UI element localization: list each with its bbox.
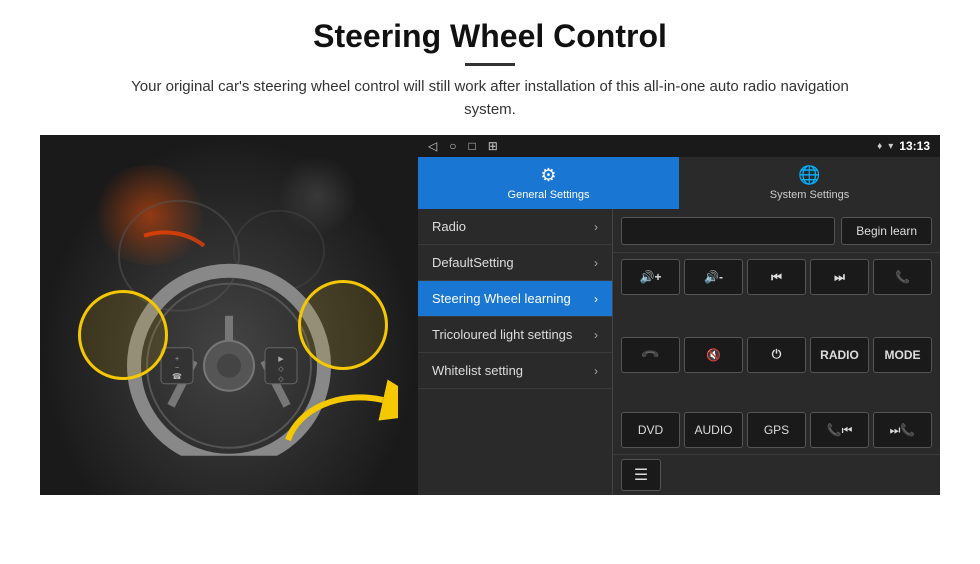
radio-button[interactable]: RADIO	[810, 337, 869, 373]
menu-item-radio[interactable]: Radio ›	[418, 209, 612, 245]
tab-system-settings[interactable]: 🌐 System Settings	[679, 157, 940, 209]
clock: 13:13	[899, 139, 930, 153]
next-track-icon: ⏭	[834, 270, 845, 285]
android-ui: ◁ ○ □ ⊞ ♦ ▾ 13:13 ⚙ General Settings	[418, 135, 940, 495]
power-icon: ⏻	[772, 347, 782, 362]
call-prev-icon: 📞⏮	[827, 423, 853, 438]
call-prev-button[interactable]: 📞⏮	[810, 412, 869, 448]
mute-button[interactable]: 🔇	[684, 337, 743, 373]
chevron-steering: ›	[594, 292, 598, 306]
gps-button[interactable]: GPS	[747, 412, 806, 448]
menu-label-radio: Radio	[432, 219, 466, 234]
menu-label-default: DefaultSetting	[432, 255, 514, 270]
right-panel: Begin learn 🔊+ 🔊- ⏮	[613, 209, 940, 495]
svg-text:☎: ☎	[172, 372, 182, 381]
menu-area: Radio › DefaultSetting › Steering Wheel …	[418, 209, 940, 495]
location-icon: ♦	[877, 141, 882, 152]
home-icon: ○	[449, 139, 456, 153]
chevron-default: ›	[594, 256, 598, 270]
tab-general-label: General Settings	[508, 189, 590, 201]
svg-text:▶: ▶	[278, 356, 284, 363]
svg-text:−: −	[175, 365, 179, 372]
mode-label: MODE	[885, 348, 921, 362]
status-bar: ◁ ○ □ ⊞ ♦ ▾ 13:13	[418, 135, 940, 157]
back-icon: ◁	[428, 139, 437, 153]
highlight-circle-right	[298, 280, 388, 370]
menu-item-steering-wheel[interactable]: Steering Wheel learning ›	[418, 281, 612, 317]
radio-label: RADIO	[820, 348, 859, 362]
list-icon: ☰	[634, 465, 648, 485]
answer-button[interactable]: 📞	[621, 337, 680, 373]
vol-up-button[interactable]: 🔊+	[621, 259, 680, 295]
bottom-btn-row: DVD AUDIO GPS 📞⏮ ⏭📞	[613, 412, 940, 454]
menu-icon: ⊞	[488, 139, 498, 153]
power-button[interactable]: ⏻	[747, 337, 806, 373]
next-track-button[interactable]: ⏭	[810, 259, 869, 295]
menu-item-default-setting[interactable]: DefaultSetting ›	[418, 245, 612, 281]
radio-input[interactable]	[621, 217, 835, 245]
vol-down-button[interactable]: 🔊-	[684, 259, 743, 295]
tab-system-label: System Settings	[770, 189, 849, 201]
call-button[interactable]: 📞	[873, 259, 932, 295]
menu-list: Radio › DefaultSetting › Steering Wheel …	[418, 209, 613, 495]
audio-button[interactable]: AUDIO	[684, 412, 743, 448]
wifi-icon: ▾	[888, 141, 893, 152]
menu-label-steering: Steering Wheel learning	[432, 291, 571, 306]
call-icon: 📞	[895, 270, 910, 284]
recent-icon: □	[468, 139, 475, 153]
begin-learn-button[interactable]: Begin learn	[841, 217, 932, 245]
list-icon-button[interactable]: ☰	[621, 459, 661, 491]
menu-label-tricoloured: Tricoloured light settings	[432, 327, 572, 342]
content-area: + − ☎ ▶ ◇ ◇	[40, 135, 940, 495]
page-title: Steering Wheel Control	[40, 18, 940, 55]
status-bar-left: ◁ ○ □ ⊞	[428, 139, 498, 153]
car-image-area: + − ☎ ▶ ◇ ◇	[40, 135, 418, 495]
last-row-panel: ☰	[613, 454, 940, 495]
page-subtitle: Your original car's steering wheel contr…	[130, 76, 850, 121]
chevron-tricoloured: ›	[594, 328, 598, 342]
title-section: Steering Wheel Control Your original car…	[40, 18, 940, 121]
mute-icon: 🔇	[706, 348, 721, 362]
menu-item-tricoloured[interactable]: Tricoloured light settings ›	[418, 317, 612, 353]
dvd-button[interactable]: DVD	[621, 412, 680, 448]
general-settings-icon: ⚙	[540, 165, 556, 186]
call-next-button[interactable]: ⏭📞	[873, 412, 932, 448]
page-container: Steering Wheel Control Your original car…	[0, 0, 980, 505]
status-bar-right: ♦ ▾ 13:13	[877, 139, 930, 153]
arrow-indicator	[278, 370, 398, 455]
audio-label: AUDIO	[694, 423, 732, 437]
mode-button[interactable]: MODE	[873, 337, 932, 373]
vol-down-icon: 🔊-	[704, 270, 723, 284]
dvd-label: DVD	[638, 423, 663, 437]
control-btn-grid: 🔊+ 🔊- ⏮ ⏭ 📞	[613, 253, 940, 412]
top-tabs: ⚙ General Settings 🌐 System Settings	[418, 157, 940, 209]
answer-icon: 📞	[640, 344, 660, 364]
prev-track-button[interactable]: ⏮	[747, 259, 806, 295]
call-next-icon: ⏭📞	[890, 423, 916, 438]
title-divider	[465, 63, 515, 66]
tab-general-settings[interactable]: ⚙ General Settings	[418, 157, 679, 209]
prev-track-icon: ⏮	[771, 270, 782, 285]
svg-text:+: +	[175, 356, 179, 363]
menu-item-whitelist[interactable]: Whitelist setting ›	[418, 353, 612, 389]
menu-label-whitelist: Whitelist setting	[432, 363, 523, 378]
highlight-circle-left	[78, 290, 168, 380]
system-settings-icon: 🌐	[798, 165, 820, 186]
radio-row: Begin learn	[613, 209, 940, 253]
chevron-radio: ›	[594, 220, 598, 234]
chevron-whitelist: ›	[594, 364, 598, 378]
vol-up-icon: 🔊+	[640, 270, 662, 284]
gps-label: GPS	[764, 423, 789, 437]
